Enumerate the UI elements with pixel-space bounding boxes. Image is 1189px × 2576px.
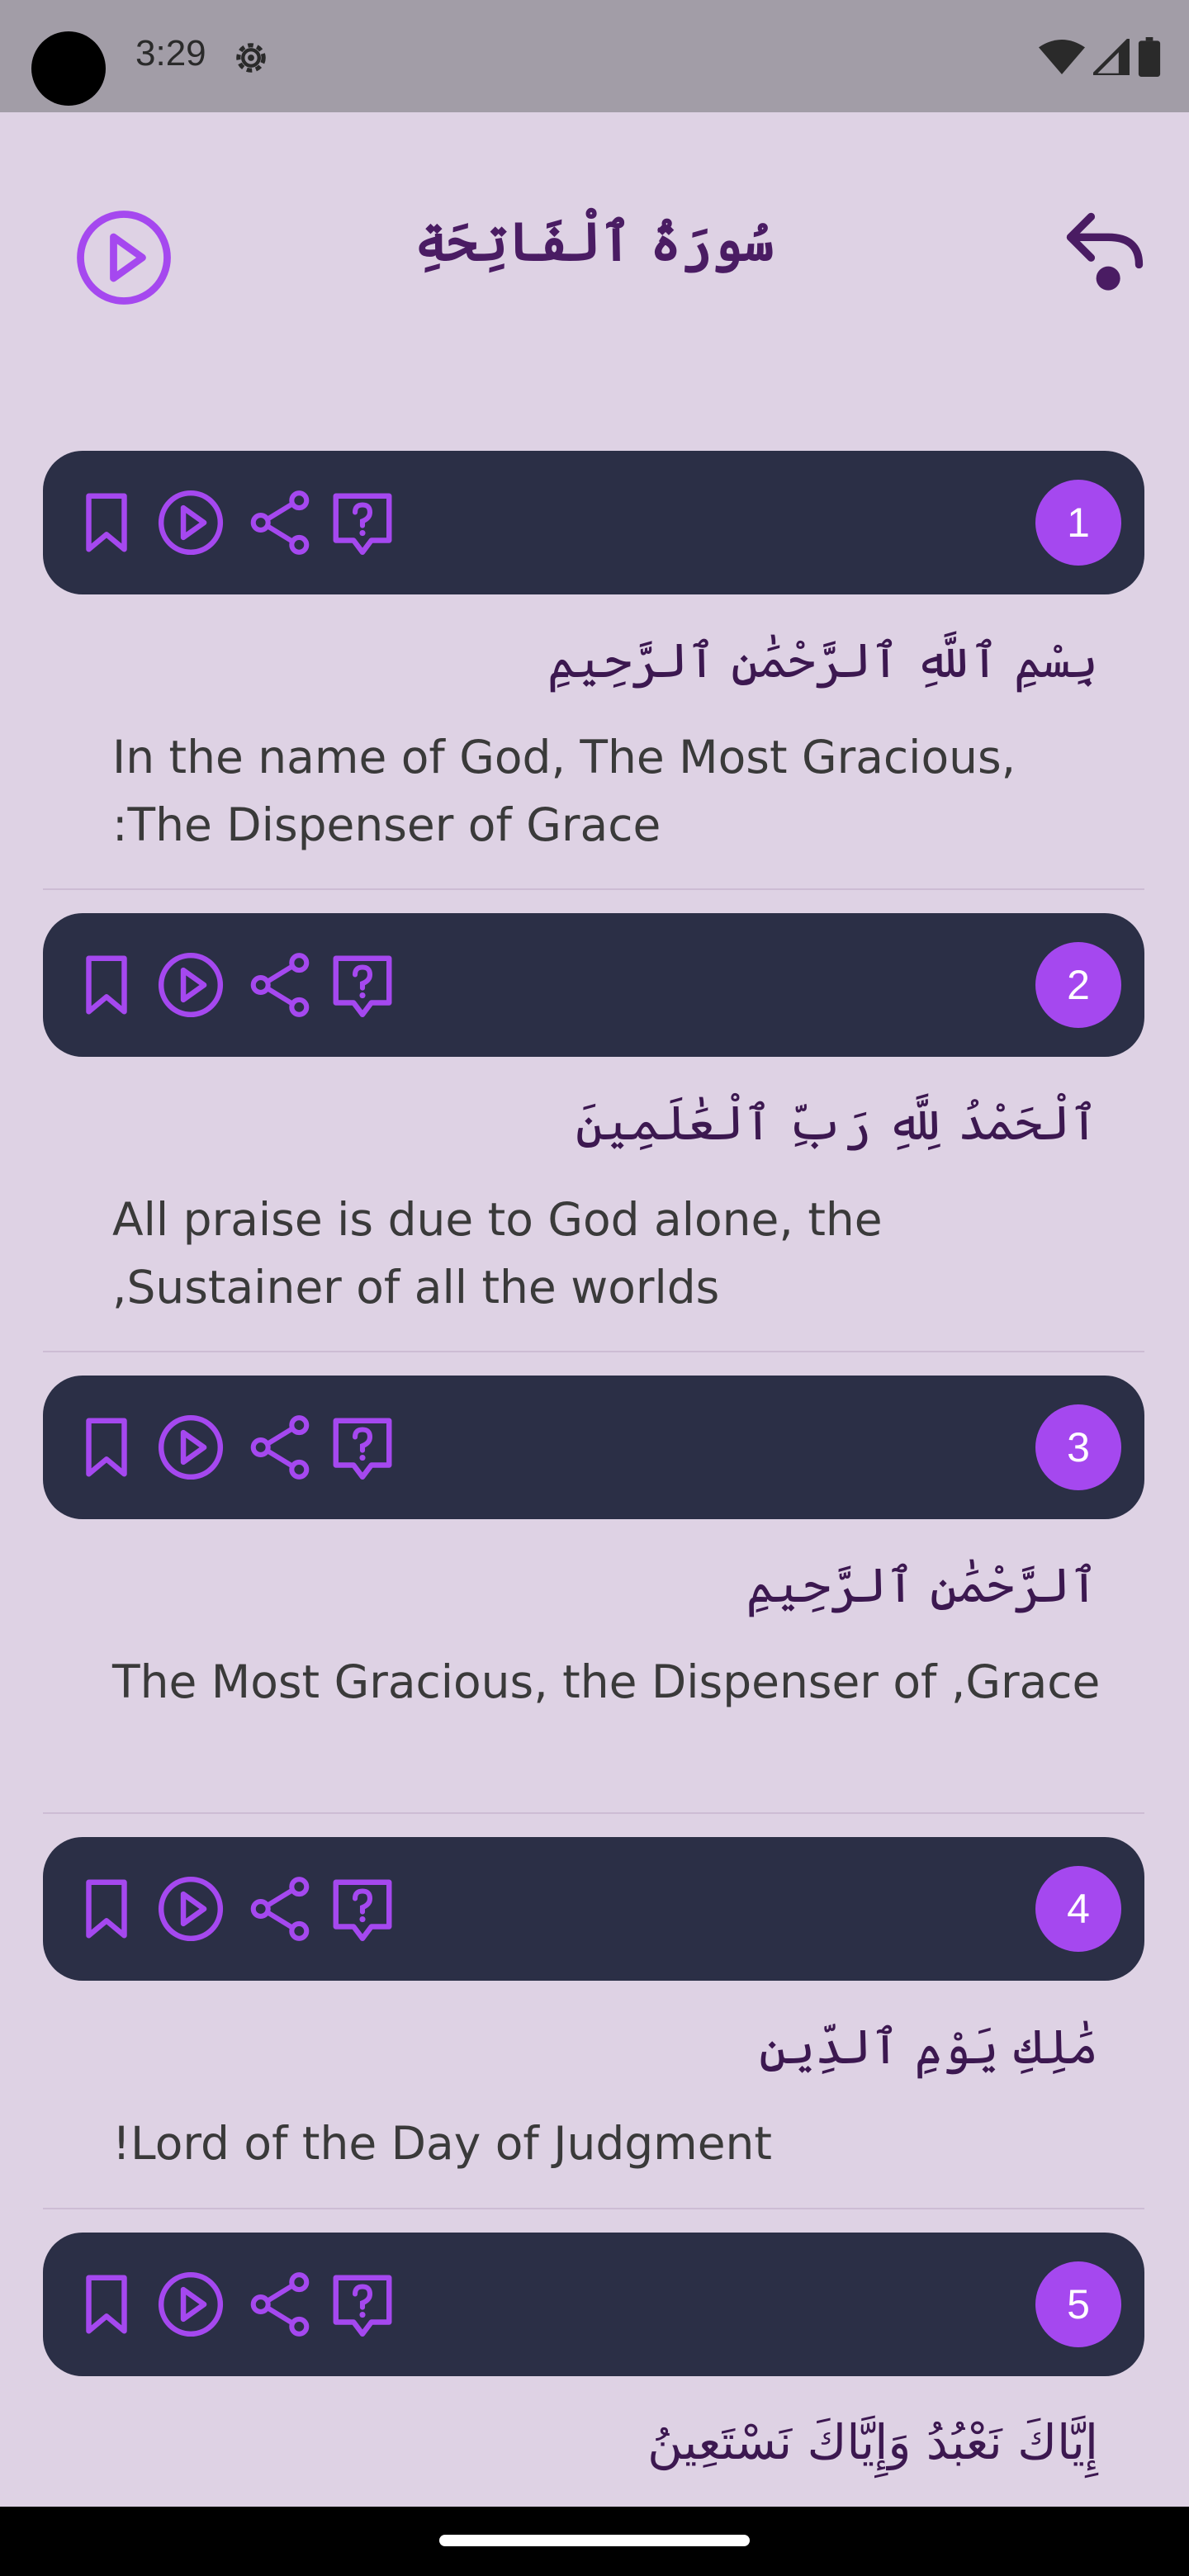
verse-action-bar: 5 xyxy=(43,2233,1144,2376)
play-circle-icon[interactable] xyxy=(155,949,226,1020)
verse-number-badge: 3 xyxy=(1035,1404,1121,1490)
verse-number-badge: 4 xyxy=(1035,1866,1121,1952)
verse-translation-text: In the name of God, The Most Gracious, :… xyxy=(112,731,1016,851)
question-bubble-icon[interactable] xyxy=(327,487,398,558)
battery-icon xyxy=(1138,37,1161,77)
verse-number-badge: 1 xyxy=(1035,480,1121,566)
settings-gear-icon xyxy=(236,43,266,73)
surah-title: سُورَةُ ٱلْفَاتِحَةِ xyxy=(414,211,775,273)
verse-translation-text: All praise is due to God alone, the ,Sus… xyxy=(112,1193,883,1314)
share-icon[interactable] xyxy=(244,2269,315,2340)
play-circle-icon[interactable] xyxy=(155,1412,226,1483)
cell-signal-icon xyxy=(1093,39,1130,75)
navigation-bar xyxy=(0,2507,1189,2576)
verse-arabic-text: مَٰلِكِ يَوْمِ ٱلدِّينِ xyxy=(759,2019,1098,2075)
question-bubble-icon[interactable] xyxy=(327,949,398,1020)
question-bubble-icon[interactable] xyxy=(327,2269,398,2340)
verse-action-bar: 2 xyxy=(43,913,1144,1057)
verse-divider xyxy=(43,1812,1144,1814)
bookmark-icon[interactable] xyxy=(71,487,142,558)
home-handle[interactable] xyxy=(439,2535,750,2546)
camera-cutout xyxy=(31,31,106,106)
bookmark-icon[interactable] xyxy=(71,2269,142,2340)
status-time: 3:29 xyxy=(135,33,206,73)
play-circle-icon[interactable] xyxy=(155,1873,226,1944)
bookmark-icon[interactable] xyxy=(71,1412,142,1483)
wifi-icon xyxy=(1039,40,1085,74)
verse-divider xyxy=(43,2208,1144,2209)
system-icons xyxy=(1039,36,1161,78)
share-icon[interactable] xyxy=(244,1412,315,1483)
verse-arabic-text: إِيَّاكَ نَعْبُدُ وَإِيَّاكَ نَسْتَعِينُ xyxy=(647,2414,1098,2470)
verse-arabic-text: ٱلْحَمْدُ لِلَّهِ رَبِّ ٱلْعَٰلَمِينَ xyxy=(575,1095,1098,1151)
back-arrow-icon[interactable] xyxy=(1063,206,1146,299)
verse-number-badge: 2 xyxy=(1035,942,1121,1028)
verse-divider xyxy=(43,888,1144,890)
bookmark-icon[interactable] xyxy=(71,949,142,1020)
play-circle-icon[interactable] xyxy=(155,2269,226,2340)
verse-arabic-text: بِسْمِ ٱللَّهِ ٱلرَّحْمَٰنِ ٱلرَّحِيمِ xyxy=(547,632,1098,689)
question-bubble-icon[interactable] xyxy=(327,1412,398,1483)
status-bar: 3:29 xyxy=(0,0,1189,112)
question-bubble-icon[interactable] xyxy=(327,1873,398,1944)
surah-header: سُورَةُ ٱلْفَاتِحَةِ xyxy=(0,112,1189,401)
verse-action-bar: 1 xyxy=(43,451,1144,594)
verse-action-bar: 4 xyxy=(43,1837,1144,1981)
verse-translation-text: The Most Gracious, the Dispenser of ,Gra… xyxy=(112,1655,1101,1708)
share-icon[interactable] xyxy=(244,949,315,1020)
share-icon[interactable] xyxy=(244,1873,315,1944)
share-icon[interactable] xyxy=(244,487,315,558)
verse-divider xyxy=(43,1351,1144,1352)
verse-translation-text: !Lord of the Day of Judgment xyxy=(112,2117,772,2170)
verse-number-badge: 5 xyxy=(1035,2261,1121,2347)
play-circle-icon[interactable] xyxy=(155,487,226,558)
verse-arabic-text: ٱلرَّحْمَٰنِ ٱلرَّحِيمِ xyxy=(746,1557,1098,1613)
verse-action-bar: 3 xyxy=(43,1376,1144,1519)
bookmark-icon[interactable] xyxy=(71,1873,142,1944)
